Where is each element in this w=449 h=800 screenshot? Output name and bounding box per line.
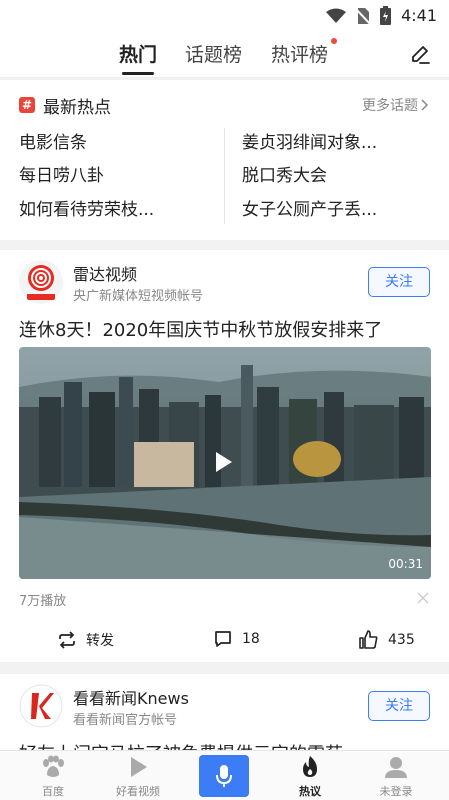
nav-profile[interactable]: 未登录 <box>361 755 431 799</box>
nav-label: 好看视频 <box>116 785 160 798</box>
nav-haokan-video[interactable]: 好看视频 <box>103 755 173 799</box>
hot-topic-item[interactable]: 脱口秀大会 <box>242 161 327 186</box>
knews-logo-icon <box>19 684 63 728</box>
author-description: 看看新闻官方帐号 <box>73 713 178 728</box>
repost-icon <box>59 631 75 649</box>
notification-dot <box>331 38 337 44</box>
chevron-right-icon <box>421 99 429 111</box>
tab-topic-ranking[interactable]: 话题榜 <box>185 40 242 67</box>
thumbs-up-icon <box>359 630 378 649</box>
top-tabs: 热门 话题榜 热评榜 <box>0 32 449 78</box>
close-icon[interactable] <box>417 592 429 604</box>
hot-topic-item[interactable]: 每日唠八卦 <box>19 161 104 186</box>
share-label: 转发 <box>86 633 114 649</box>
flame-icon <box>303 756 317 777</box>
post-title[interactable]: 连休8天！2020年国庆节中秋节放假安排来了 <box>19 316 382 342</box>
comment-count: 18 <box>242 631 260 647</box>
nav-label: 热议 <box>299 785 321 798</box>
leida-logo-icon <box>19 260 63 304</box>
battery-charging-icon <box>380 6 392 25</box>
feed-post: 雷达视频 央广新媒体短视频帐号 关注 连休8天！2020年国庆节中秋节放假安排来… <box>0 250 449 662</box>
no-sim-icon <box>356 7 371 25</box>
status-time: 4:41 <box>401 6 437 25</box>
author-name[interactable]: 看看新闻Knews <box>73 685 189 709</box>
hot-topic-item[interactable]: 女子公厕产子丢... <box>242 195 377 220</box>
author-avatar[interactable] <box>19 260 63 304</box>
video-duration: 00:31 <box>388 557 423 571</box>
status-icons: 4:41 <box>326 6 437 25</box>
baidu-paw-icon <box>43 755 64 777</box>
hashtag-icon: # <box>19 97 35 113</box>
play-count: 7万播放 <box>19 594 67 609</box>
share-button[interactable]: 转发 <box>58 630 114 650</box>
video-player[interactable]: 00:31 <box>19 347 431 579</box>
follow-button[interactable]: 关注 <box>368 691 430 721</box>
post-actions: 转发 18 435 <box>0 620 449 660</box>
nav-baidu[interactable]: 百度 <box>18 755 88 799</box>
column-divider <box>224 128 225 224</box>
bottom-nav: 百度 好看视频 热议 未登录 <box>0 750 449 800</box>
play-icon <box>131 757 147 777</box>
author-name[interactable]: 雷达视频 <box>73 261 137 285</box>
like-button[interactable]: 435 <box>359 630 415 649</box>
hot-topic-item[interactable]: 电影信条 <box>19 128 87 153</box>
author-description: 央广新媒体短视频帐号 <box>73 289 204 304</box>
post-title[interactable]: 好友上门宝马拉了被免费提供元宝的雪茄 <box>19 740 343 750</box>
play-icon[interactable] <box>215 451 233 473</box>
wifi-icon <box>326 8 347 23</box>
user-icon <box>385 757 407 778</box>
more-topics-label: 更多话题 <box>362 98 418 114</box>
tab-comment-ranking[interactable]: 热评榜 <box>271 40 328 67</box>
voice-search-button[interactable] <box>199 755 249 797</box>
hot-topic-item[interactable]: 如何看待劳荣枝... <box>19 195 154 220</box>
feed-post: 看看新闻Knews 看看新闻官方帐号 关注 好友上门宝马拉了被免费提供元宝的雪茄 <box>0 674 449 750</box>
edit-icon[interactable] <box>409 44 431 66</box>
active-tab-indicator <box>122 72 154 75</box>
more-topics-link[interactable]: 更多话题 <box>362 95 429 115</box>
tab-hot[interactable]: 热门 <box>119 40 157 67</box>
hot-topics-card: # 最新热点 更多话题 电影信条 每日唠八卦 如何看待劳荣枝... 姜贞羽绯闻对… <box>0 80 449 240</box>
author-avatar[interactable] <box>19 684 63 728</box>
follow-button[interactable]: 关注 <box>368 267 430 297</box>
hot-topics-title: 最新热点 <box>43 98 111 118</box>
microphone-icon <box>216 765 232 787</box>
nav-hot-discussion[interactable]: 热议 <box>275 755 345 799</box>
comment-icon <box>215 631 231 647</box>
nav-label: 百度 <box>42 785 64 798</box>
like-count: 435 <box>388 631 415 648</box>
nav-label: 未登录 <box>379 785 413 798</box>
status-bar: 4:41 <box>0 0 449 32</box>
hot-topic-item[interactable]: 姜贞羽绯闻对象... <box>242 128 377 153</box>
comment-button[interactable]: 18 <box>214 630 260 648</box>
